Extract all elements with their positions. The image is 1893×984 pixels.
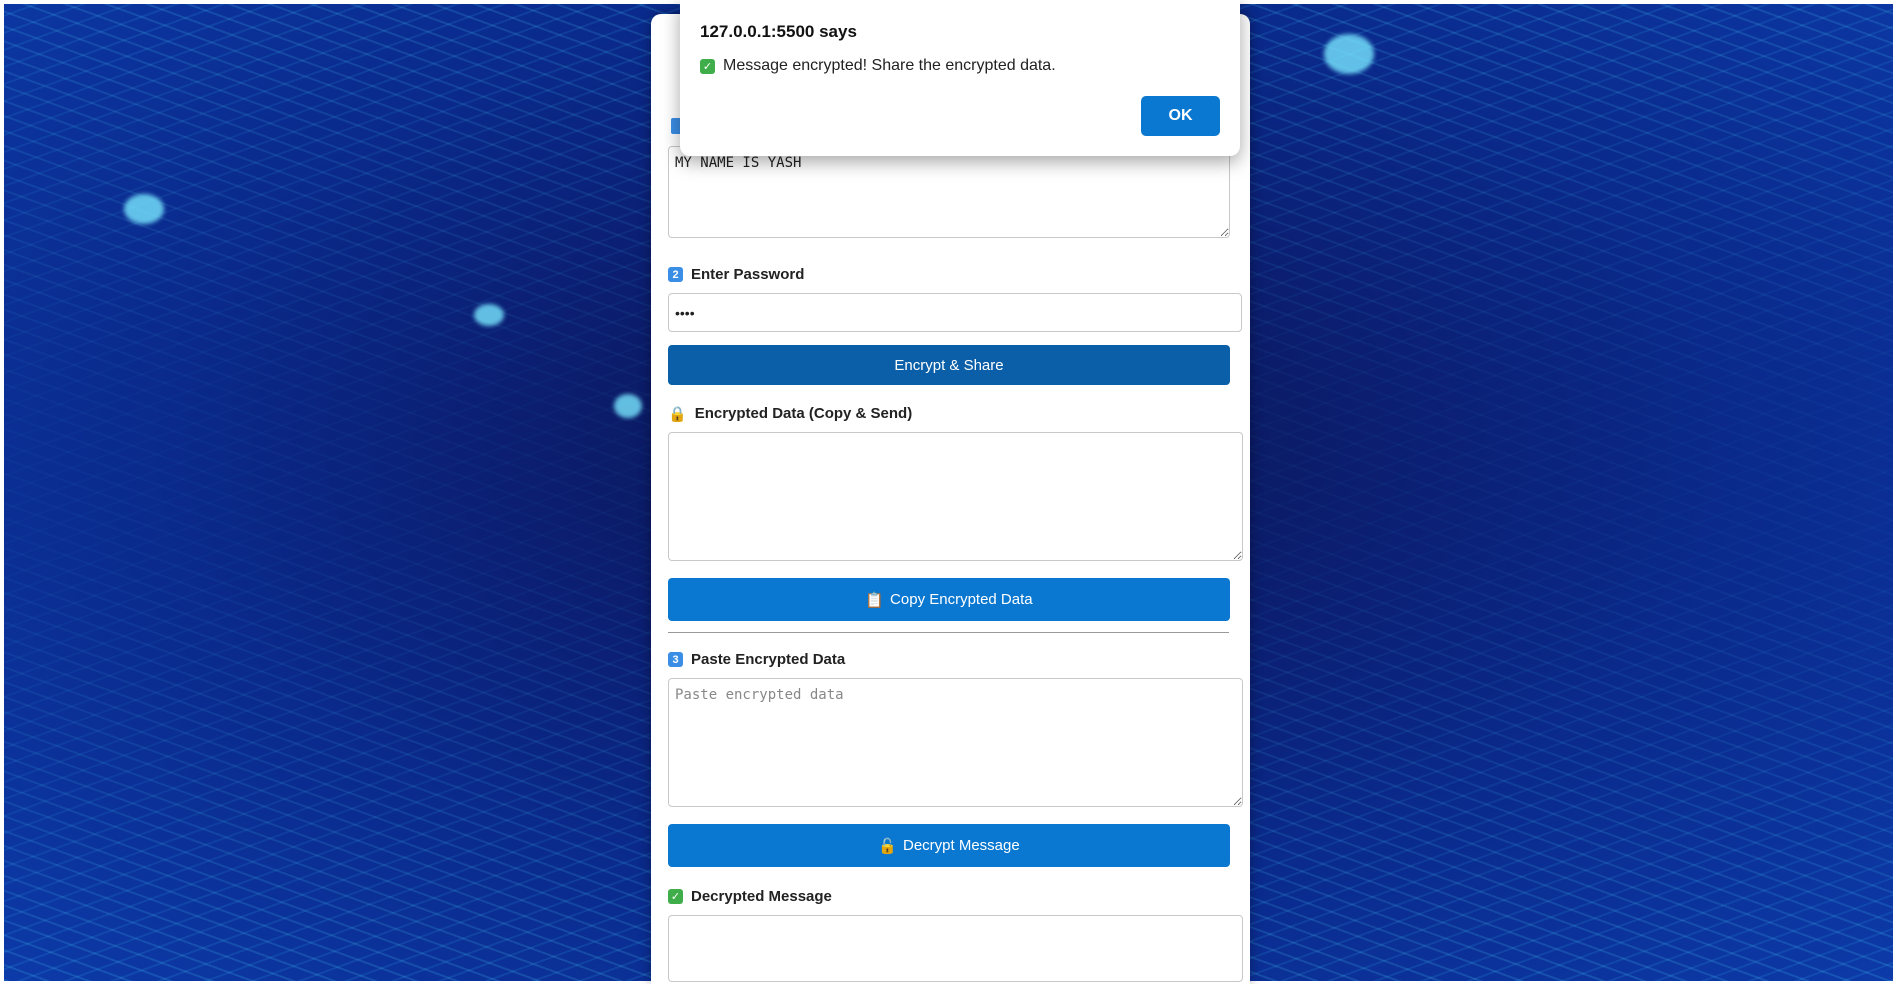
check-icon: ✓ bbox=[668, 889, 683, 904]
paste-label-text: Paste Encrypted Data bbox=[691, 651, 846, 668]
paste-encrypted-input[interactable] bbox=[668, 678, 1243, 807]
decrypt-message-button-label: Decrypt Message bbox=[902, 837, 1020, 854]
unlock-icon: 🔓 bbox=[878, 837, 897, 855]
decrypted-label-text: Decrypted Message bbox=[691, 888, 832, 905]
copy-encrypted-button[interactable]: 📋 Copy Encrypted Data bbox=[668, 578, 1230, 621]
dialog-message-text: Message encrypted! Share the encrypted d… bbox=[723, 57, 1056, 74]
alert-dialog: 127.0.0.1:5500 says ✓ Message encrypted!… bbox=[680, 0, 1240, 156]
encrypted-data-label: 🔒 Encrypted Data (Copy & Send) bbox=[668, 405, 913, 423]
number-three-icon: 3 bbox=[668, 652, 683, 667]
light-spark bbox=[614, 394, 642, 418]
decrypted-label: ✓ Decrypted Message bbox=[668, 888, 832, 905]
password-field[interactable] bbox=[668, 293, 1242, 332]
number-two-icon: 2 bbox=[668, 267, 683, 282]
password-label-text: Enter Password bbox=[691, 266, 805, 283]
lock-icon: 🔒 bbox=[668, 405, 687, 423]
clipboard-icon: 📋 bbox=[865, 591, 885, 609]
light-spark bbox=[124, 194, 164, 224]
decrypt-message-button[interactable]: 🔓 Decrypt Message bbox=[668, 824, 1230, 867]
decrypted-message-output[interactable] bbox=[668, 915, 1243, 982]
paste-label: 3 Paste Encrypted Data bbox=[668, 651, 845, 668]
encrypted-data-output[interactable] bbox=[668, 432, 1243, 561]
light-spark bbox=[1324, 34, 1374, 74]
dialog-title: 127.0.0.1:5500 says bbox=[700, 22, 857, 41]
dialog-message: ✓ Message encrypted! Share the encrypted… bbox=[700, 57, 1056, 75]
ok-button[interactable]: OK bbox=[1141, 96, 1220, 136]
copy-encrypted-button-label: Copy Encrypted Data bbox=[890, 591, 1033, 608]
encrypt-share-button-label: Encrypt & Share bbox=[894, 356, 1004, 374]
section-divider bbox=[668, 632, 1229, 633]
encrypt-share-button[interactable]: Encrypt & Share bbox=[668, 345, 1230, 385]
light-spark bbox=[474, 304, 504, 326]
message-input[interactable]: MY NAME IS YASH bbox=[668, 146, 1230, 238]
check-icon: ✓ bbox=[700, 58, 715, 74]
password-label: 2 Enter Password bbox=[668, 266, 804, 283]
encrypted-data-label-text: Encrypted Data (Copy & Send) bbox=[694, 405, 913, 422]
